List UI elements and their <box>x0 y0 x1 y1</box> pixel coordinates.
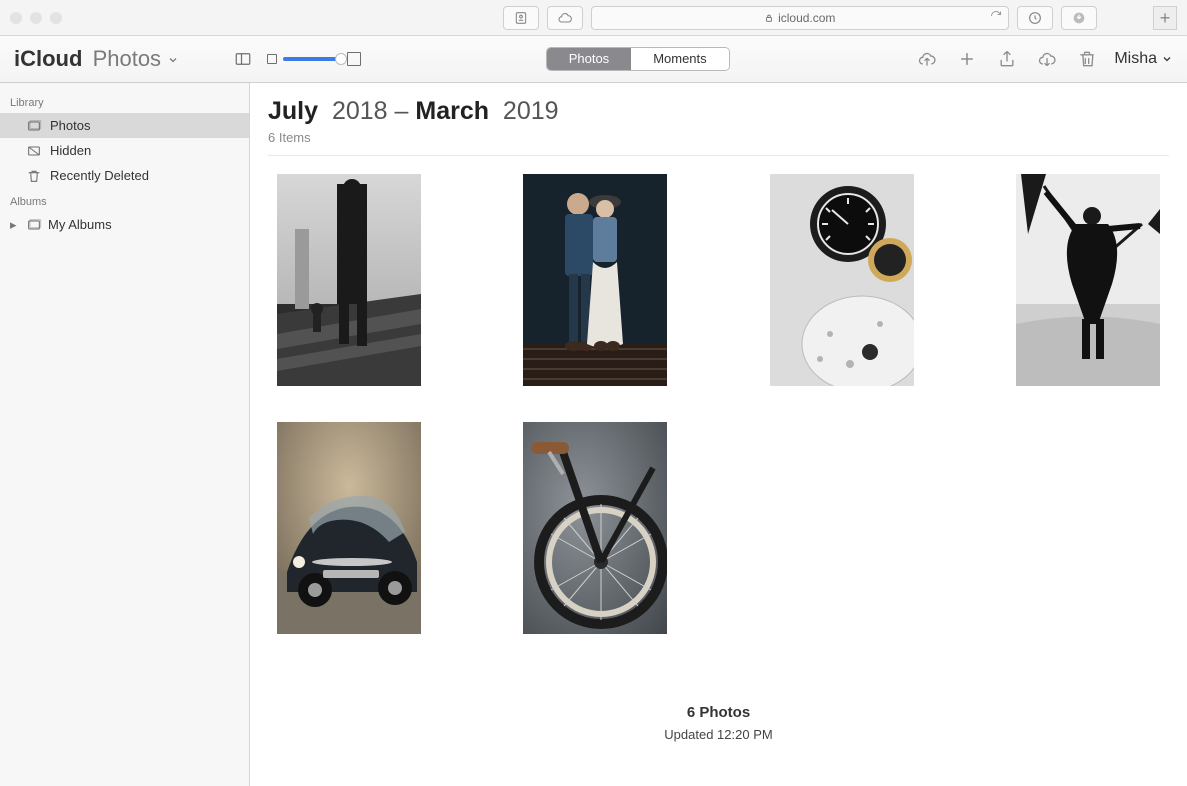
reader-button[interactable] <box>503 6 539 30</box>
trash-icon <box>26 168 42 184</box>
zoom-thumb[interactable] <box>335 53 347 65</box>
reload-icon[interactable] <box>990 10 1002 25</box>
privacy-button[interactable] <box>1017 6 1053 30</box>
footer-summary: 6 Photos Updated 12:20 PM <box>268 704 1169 742</box>
disclosure-triangle-icon[interactable]: ▸ <box>10 217 20 233</box>
sidebar-item-my-albums[interactable]: ▸ My Albums <box>0 212 249 237</box>
add-button[interactable] <box>954 46 980 72</box>
item-count: 6 Items <box>268 130 1169 145</box>
downloads-button[interactable] <box>1061 6 1097 30</box>
photo-thumbnail[interactable] <box>277 174 421 386</box>
new-tab-button[interactable]: + <box>1153 6 1177 30</box>
last-updated: Updated 12:20 PM <box>268 727 1169 742</box>
window-close[interactable] <box>10 12 22 24</box>
upload-button[interactable] <box>914 46 940 72</box>
icloud-button[interactable] <box>547 6 583 30</box>
sidebar-toggle-button[interactable] <box>229 47 257 71</box>
photo-thumbnail[interactable] <box>523 174 667 386</box>
photo-count: 6 Photos <box>268 704 1169 721</box>
tab-moments[interactable]: Moments <box>631 48 728 70</box>
window-zoom[interactable] <box>50 12 62 24</box>
view-mode-segmented: Photos Moments <box>546 47 730 71</box>
photo-grid <box>268 174 1169 634</box>
photo-thumbnail[interactable] <box>1016 174 1160 386</box>
lock-icon <box>764 13 774 23</box>
hidden-icon <box>26 143 42 159</box>
sidebar: Library Photos Hidden Recently Deleted A… <box>0 83 250 786</box>
chevron-down-icon <box>1161 53 1173 65</box>
zoom-slider[interactable] <box>267 52 361 66</box>
sidebar-item-hidden[interactable]: Hidden <box>0 138 249 163</box>
app-toolbar: iCloud Photos Photos Moments <box>0 36 1187 83</box>
photo-thumbnail[interactable] <box>770 174 914 386</box>
window-minimize[interactable] <box>30 12 42 24</box>
app-title-menu[interactable]: iCloud Photos <box>14 46 179 72</box>
tab-photos[interactable]: Photos <box>547 48 631 70</box>
user-menu[interactable]: Misha <box>1114 50 1173 68</box>
address-text: icloud.com <box>778 11 835 25</box>
sidebar-item-photos[interactable]: Photos <box>0 113 249 138</box>
divider <box>268 155 1169 156</box>
zoom-out-icon <box>267 54 277 64</box>
date-range-title: July 2018 – March 2019 <box>268 97 1169 126</box>
sidebar-heading-albums: Albums <box>0 188 249 212</box>
sidebar-item-recently-deleted[interactable]: Recently Deleted <box>0 163 249 188</box>
zoom-track[interactable] <box>283 57 341 61</box>
address-bar[interactable]: icloud.com <box>591 6 1010 30</box>
album-icon <box>26 217 42 233</box>
zoom-in-icon <box>347 52 361 66</box>
window-controls <box>10 12 62 24</box>
sidebar-heading-library: Library <box>0 89 249 113</box>
delete-button[interactable] <box>1074 46 1100 72</box>
chevron-down-icon <box>167 46 179 72</box>
photos-icon <box>26 118 42 134</box>
photo-thumbnail[interactable] <box>523 422 667 634</box>
share-button[interactable] <box>994 46 1020 72</box>
browser-chrome: icloud.com + <box>0 0 1187 36</box>
photo-thumbnail[interactable] <box>277 422 421 634</box>
main-content: July 2018 – March 2019 6 Items <box>250 83 1187 786</box>
download-button[interactable] <box>1034 46 1060 72</box>
